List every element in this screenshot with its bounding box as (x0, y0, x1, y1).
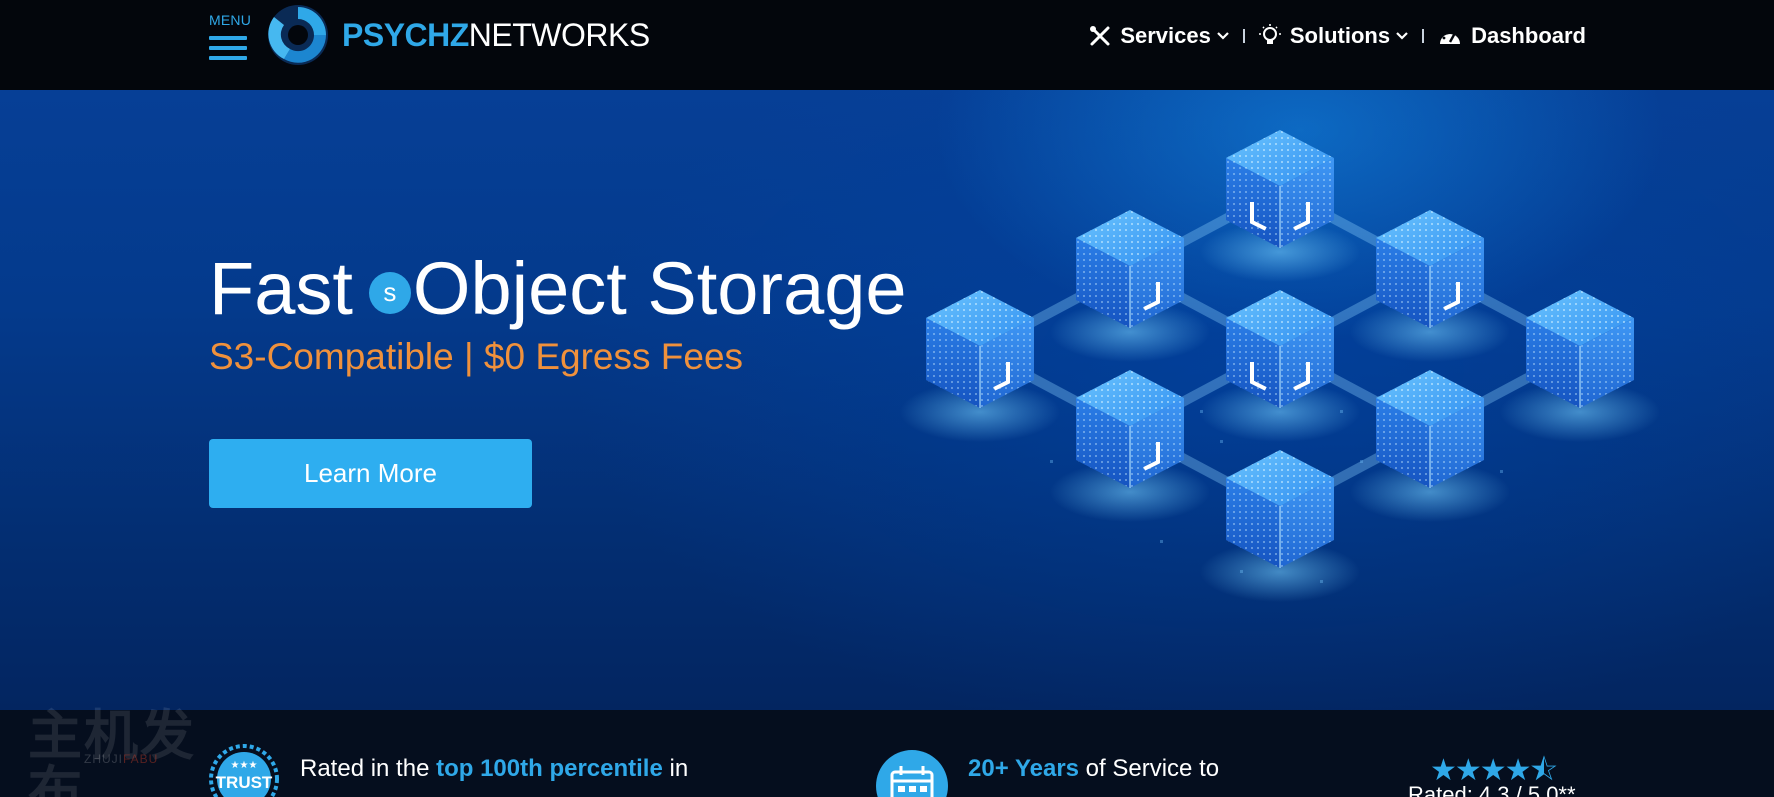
logo-swirl-icon (268, 5, 328, 65)
hero-subtitle: S3-Compatible | $0 Egress Fees (209, 336, 744, 377)
dashboard-gauge-icon (1440, 30, 1461, 44)
chevron-down-icon (1396, 32, 1408, 40)
tools-icon (1090, 26, 1110, 46)
menu-button[interactable]: MENU (209, 12, 251, 62)
nav-solutions-label: Solutions (1289, 23, 1391, 48)
calendar-icon (890, 766, 934, 797)
hero-title: Fast s Object Storage (209, 247, 907, 330)
main-nav: Services Solutions Dashboard (1089, 18, 1586, 54)
nav-dashboard-label: Dashboard (1471, 23, 1586, 48)
rating-text: Rated: 4.3 / 5.0** (1408, 782, 1576, 797)
logo-wordmark: PSYCHZNETWORKS (342, 16, 650, 53)
top-navigation-bar: MENU PSYCHZNETWORKS Services Solutions D… (0, 0, 1774, 90)
nav-solutions[interactable]: Solutions (1258, 23, 1408, 49)
nav-divider (1422, 29, 1425, 43)
hamburger-icon (209, 36, 247, 66)
s-badge: s (368, 271, 411, 314)
learn-more-button[interactable]: Learn More (209, 439, 532, 508)
menu-label: MENU (209, 12, 252, 28)
nav-services-label: Services (1120, 23, 1211, 48)
site-logo[interactable]: PSYCHZNETWORKS (266, 3, 650, 67)
trust-badge-icon: ★★★ TRUST (209, 744, 279, 797)
storage-cubes-illustration (900, 129, 1660, 603)
nav-dashboard[interactable]: Dashboard (1438, 23, 1586, 49)
svg-text:★★★: ★★★ (231, 760, 258, 771)
watermark-logo: 主机发布 ZHUJIFABU (28, 706, 196, 797)
svg-text:TRUST: TRUST (216, 773, 273, 792)
lightbulb-icon (1258, 24, 1281, 44)
chevron-down-icon (1217, 32, 1229, 40)
percentile-text: Rated in the top 100th percentile in (300, 755, 689, 782)
nav-services[interactable]: Services (1089, 23, 1229, 49)
years-of-service-text: 20+ Years of Service to (968, 755, 1220, 782)
calendar-badge (876, 750, 948, 797)
hero-section: Fast s Object Storage S3-Compatible | $0 E… (0, 90, 1774, 710)
nav-divider (1242, 29, 1245, 43)
